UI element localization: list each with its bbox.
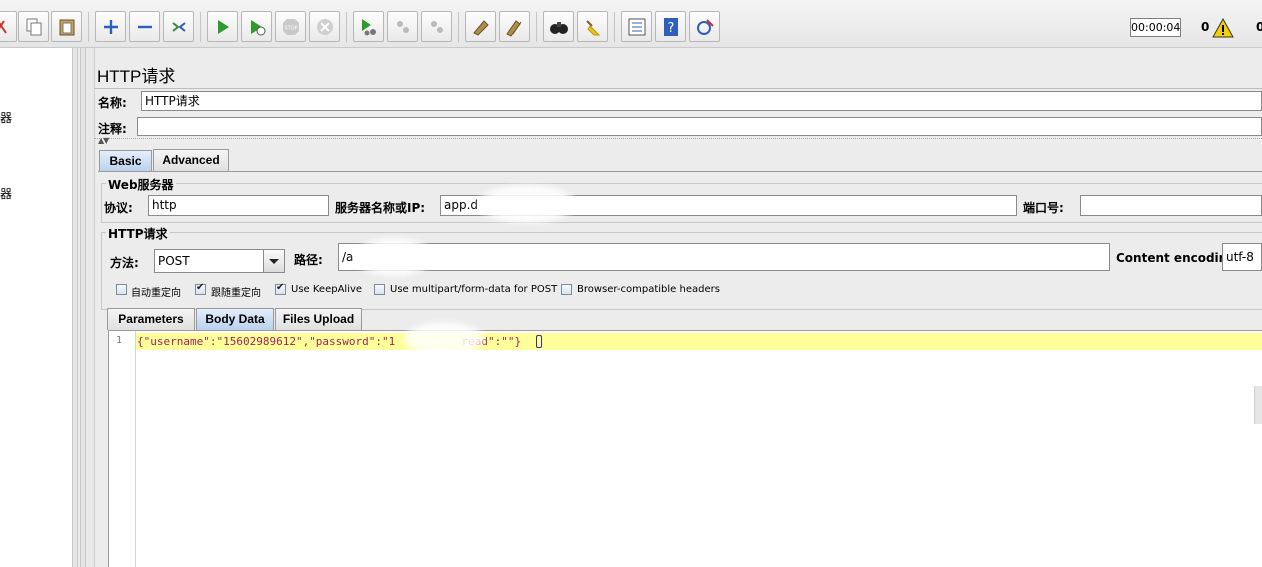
chevron-down-icon[interactable] — [263, 250, 284, 272]
keepalive-label: Use KeepAlive — [291, 284, 363, 295]
function-helper-icon[interactable] — [621, 11, 652, 42]
search-icon[interactable] — [543, 11, 574, 42]
active-thread-count: 0 — [1256, 20, 1262, 34]
warning-icon[interactable] — [1212, 18, 1234, 38]
protocol-label: 协议: — [104, 201, 133, 215]
tab-basic[interactable]: Basic — [99, 150, 152, 172]
comment-field[interactable] — [137, 117, 1262, 136]
tab-files-upload[interactable]: Files Upload — [275, 308, 362, 330]
line-number: 1 — [116, 335, 123, 346]
redaction-blur — [478, 185, 576, 223]
remote-start-icon[interactable] — [353, 11, 384, 42]
toggle-icon[interactable] — [163, 11, 194, 42]
tab-parameters[interactable]: Parameters — [107, 308, 195, 330]
auto-redirect-label: 自动重定向 — [131, 288, 181, 299]
multipart-label: Use multipart/form-data for POST — [390, 284, 558, 295]
tree-node[interactable]: 器 — [0, 185, 12, 202]
expand-icon[interactable] — [95, 11, 126, 42]
test-plan-tree[interactable]: 器 器 — [0, 48, 72, 567]
page-title: HTTP请求 — [97, 67, 176, 86]
path-field[interactable]: /a — [338, 243, 1110, 271]
cut-icon[interactable] — [0, 11, 17, 42]
scrollbar[interactable] — [1254, 386, 1262, 424]
auto-redirect-checkbox[interactable] — [116, 284, 127, 295]
stop-icon[interactable]: STOP — [275, 11, 306, 42]
remote-shutdown-icon[interactable] — [421, 11, 452, 42]
follow-redirects-checkbox[interactable] — [195, 282, 206, 295]
body-data-editor[interactable] — [108, 330, 1262, 567]
help-icon[interactable]: ? — [655, 11, 686, 42]
name-label: 名称: — [98, 96, 127, 110]
elapsed-timer: 00:00:04 — [1130, 18, 1181, 37]
browser-headers-label: Browser-compatible headers — [577, 284, 720, 295]
method-label: 方法: — [110, 256, 139, 270]
server-name-label: 服务器名称或IP: — [335, 201, 426, 215]
plugins-manager-icon[interactable] — [689, 11, 720, 42]
browser-headers-checkbox[interactable] — [561, 284, 572, 295]
redaction-blur — [354, 238, 434, 276]
port-field[interactable] — [1080, 195, 1262, 216]
collapse-icon[interactable] — [129, 11, 160, 42]
multipart-checkbox[interactable] — [374, 284, 385, 295]
main-toolbar: STOP ? 00:00:04 0 0 — [0, 0, 1262, 48]
split-pane-divider[interactable] — [72, 48, 78, 567]
reset-search-icon[interactable] — [577, 11, 608, 42]
follow-redirects-label: 跟随重定向 — [211, 288, 261, 299]
bracket-match-marker — [536, 335, 542, 348]
redaction-blur — [404, 322, 484, 356]
keepalive-checkbox[interactable] — [275, 282, 286, 295]
shutdown-icon[interactable] — [309, 11, 340, 42]
collapse-arrows-icon[interactable]: ▲▼ — [98, 136, 109, 145]
clear-all-icon[interactable] — [499, 11, 530, 42]
svg-text:?: ? — [668, 21, 675, 36]
start-icon[interactable] — [207, 11, 238, 42]
name-field[interactable]: HTTP请求 — [141, 91, 1262, 111]
paste-icon[interactable] — [51, 11, 82, 42]
copy-icon[interactable] — [18, 11, 49, 42]
http-request-group-title: HTTP请求 — [106, 225, 170, 242]
method-value: POST — [158, 254, 190, 268]
content-encoding-field[interactable]: utf-8 — [1222, 243, 1262, 271]
start-no-pauses-icon[interactable] — [241, 11, 272, 42]
web-server-group-title: Web服务器 — [106, 176, 176, 193]
tree-node[interactable]: 器 — [0, 109, 12, 126]
port-label: 端口号: — [1023, 201, 1064, 215]
protocol-field[interactable]: http — [148, 195, 329, 216]
method-select[interactable]: POST — [154, 249, 285, 273]
path-label: 路径: — [294, 253, 323, 267]
svg-text:STOP: STOP — [285, 26, 298, 32]
comment-label: 注释: — [98, 122, 127, 136]
line-number-gutter — [109, 331, 136, 567]
warning-count: 0 — [1201, 20, 1210, 34]
tab-advanced[interactable]: Advanced — [153, 149, 229, 171]
tab-body-data[interactable]: Body Data — [196, 308, 274, 330]
remote-stop-icon[interactable] — [387, 11, 418, 42]
clear-icon[interactable] — [465, 11, 496, 42]
